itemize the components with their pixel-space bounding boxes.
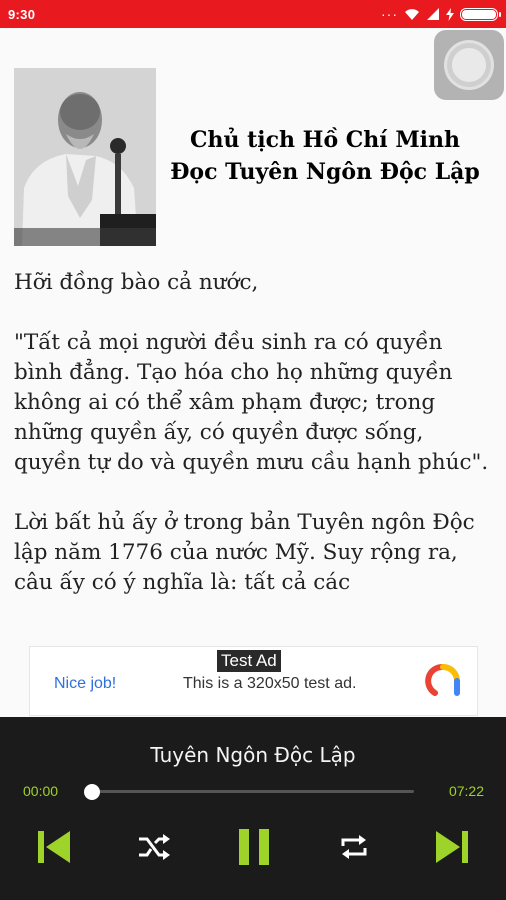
- assistive-touch-icon: [447, 43, 491, 87]
- test-ad-label: Test Ad: [217, 650, 281, 672]
- seek-bar[interactable]: [84, 784, 414, 800]
- ad-nice-job: Nice job!: [54, 675, 117, 692]
- skip-next-icon: [436, 831, 468, 863]
- article-header: Chủ tịch Hồ Chí Minh Đọc Tuyên Ngôn Độc …: [14, 68, 494, 246]
- article-title: Chủ tịch Hồ Chí Minh Đọc Tuyên Ngôn Độc …: [156, 124, 494, 188]
- seek-thumb[interactable]: [84, 784, 100, 800]
- article-paragraph: "Tất cả mọi người đều sinh ra có quyền b…: [14, 330, 489, 475]
- article-paragraph: Hỡi đồng bào cả nước,: [14, 270, 259, 295]
- assistive-touch-button[interactable]: [434, 30, 504, 100]
- skip-previous-button[interactable]: [34, 825, 74, 869]
- charging-icon: [446, 7, 454, 21]
- status-icons: ···: [381, 6, 501, 22]
- notification-dots-icon: ···: [381, 6, 398, 22]
- repeat-button[interactable]: [334, 825, 374, 869]
- shuffle-button[interactable]: [134, 825, 174, 869]
- wifi-icon: [404, 8, 420, 21]
- repeat-icon: [341, 835, 367, 859]
- article-paragraph: Lời bất hủ ấy ở trong bản Tuyên ngôn Độc…: [14, 510, 475, 595]
- title-line-2: Đọc Tuyên Ngôn Độc Lập: [170, 159, 480, 185]
- portrait-photo: [14, 68, 156, 246]
- pause-button[interactable]: [234, 825, 274, 869]
- admob-logo-icon: [425, 663, 461, 699]
- ad-text: This is a 320x50 test ad.: [183, 675, 357, 692]
- content-area[interactable]: Chủ tịch Hồ Chí Minh Đọc Tuyên Ngôn Độc …: [0, 28, 506, 634]
- battery-icon: [460, 7, 501, 21]
- pause-icon: [239, 829, 269, 865]
- status-time: 9:30: [8, 6, 36, 22]
- shuffle-icon: [139, 834, 170, 860]
- current-time: 00:00: [23, 783, 59, 799]
- skip-next-button[interactable]: [432, 825, 472, 869]
- title-line-1: Chủ tịch Hồ Chí Minh: [189, 127, 461, 153]
- article-body: Hỡi đồng bào cả nước, "Tất cả mọi người …: [14, 268, 492, 628]
- signal-icon: [426, 8, 440, 20]
- track-title: Tuyên Ngôn Độc Lập: [150, 743, 356, 767]
- audio-player: Tuyên Ngôn Độc Lập 00:00 07:22: [0, 717, 506, 900]
- total-time: 07:22: [448, 783, 484, 799]
- status-bar: 9:30 ···: [0, 0, 506, 28]
- skip-previous-icon: [38, 831, 70, 863]
